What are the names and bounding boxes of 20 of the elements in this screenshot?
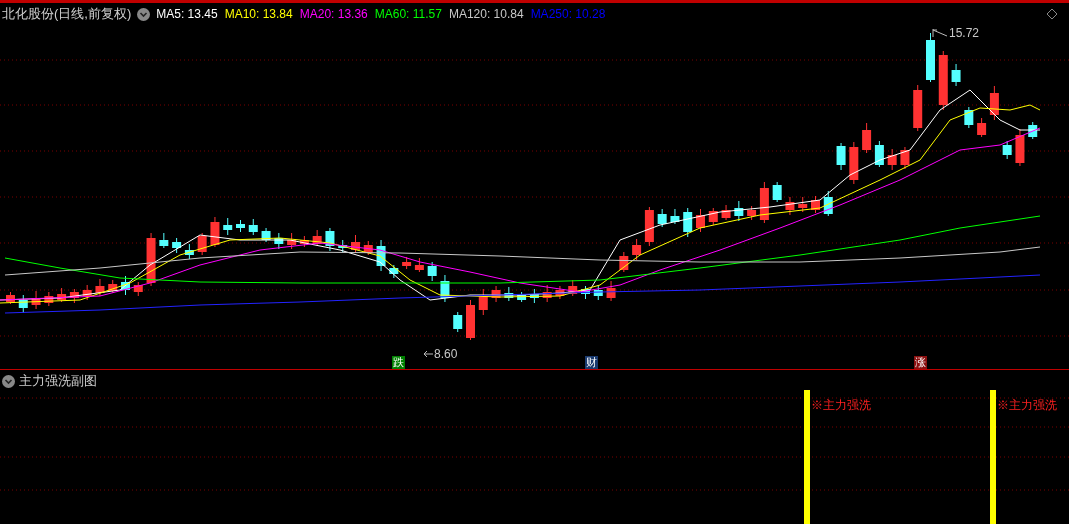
- moving-average-label: MA5: 13.45: [156, 6, 218, 23]
- moving-average-label: MA250: 10.28: [530, 6, 606, 23]
- event-marker[interactable]: 财: [585, 356, 598, 369]
- event-marker[interactable]: 涨: [914, 356, 927, 369]
- diamond-icon[interactable]: [1046, 8, 1058, 20]
- low-price-label: 8.60: [434, 346, 458, 363]
- moving-average-label: MA20: 13.36: [299, 6, 368, 23]
- dropdown-icon[interactable]: [137, 7, 151, 21]
- dropdown-icon[interactable]: [2, 374, 15, 388]
- moving-average-label: MA60: 11.57: [374, 6, 442, 23]
- left-arrow-icon: [423, 350, 433, 358]
- pointer-arrow-icon: [932, 28, 948, 38]
- event-marker[interactable]: 跌: [392, 356, 405, 369]
- high-price-label: 15.72: [949, 25, 980, 42]
- moving-average-label: MA120: 10.84: [448, 6, 524, 23]
- moving-average-label: MA10: 13.84: [224, 6, 293, 23]
- subchart-title: 主力强洗副图: [19, 372, 97, 391]
- signal-label: ※主力强洗: [997, 397, 1057, 414]
- chart-title: 北化股份(日线,前复权): [2, 5, 132, 24]
- signal-label: ※主力强洗: [811, 397, 871, 414]
